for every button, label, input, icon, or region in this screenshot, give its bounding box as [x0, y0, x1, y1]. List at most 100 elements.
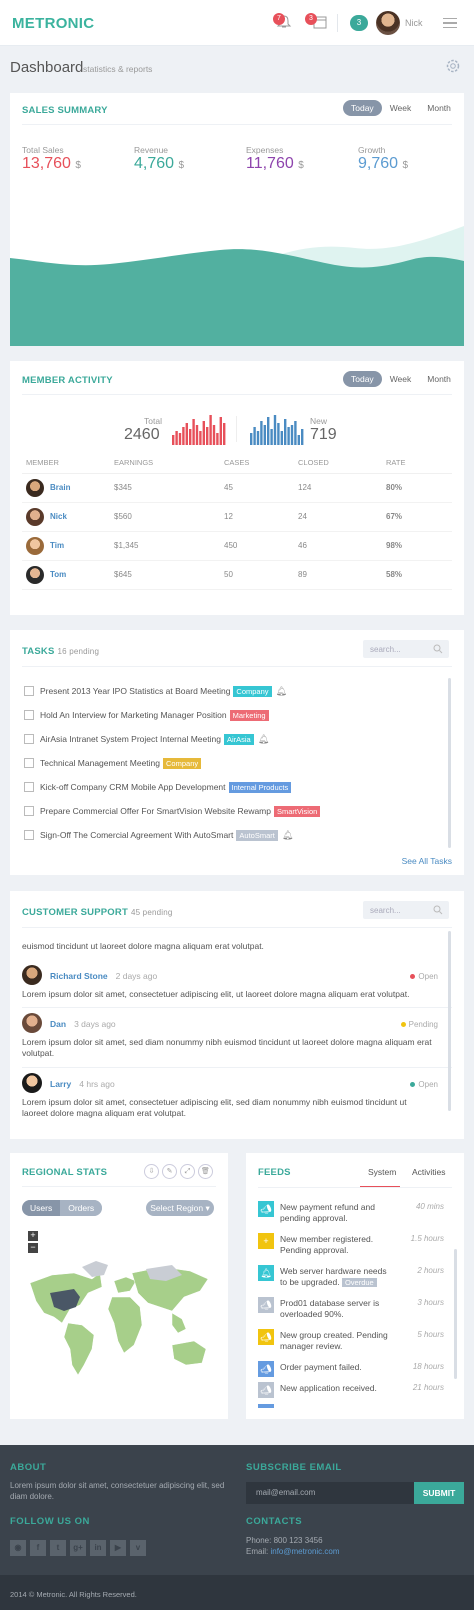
toggle-orders[interactable]: Orders — [60, 1200, 103, 1216]
sparkline-bar — [182, 427, 185, 445]
task-checkbox[interactable] — [24, 686, 34, 696]
member-name[interactable]: Nick — [50, 512, 67, 521]
task-item[interactable]: Sign-Off The Comercial Agreement With Au… — [24, 826, 444, 844]
tab-week[interactable]: Week — [382, 100, 420, 116]
world-map[interactable] — [22, 1253, 212, 1383]
toggle-users[interactable]: Users — [22, 1200, 61, 1216]
sales-summary-portlet: SALES SUMMARY Today Week Month Total Sal… — [10, 93, 464, 346]
divider — [258, 1187, 452, 1188]
task-checkbox[interactable] — [24, 782, 34, 792]
task-item[interactable]: Hold An Interview for Marketing Manager … — [24, 706, 444, 724]
tab-system[interactable]: System — [368, 1167, 396, 1177]
sparkline-bar — [250, 433, 253, 445]
tab-month[interactable]: Month — [419, 100, 459, 116]
logo[interactable]: METRONIC — [12, 15, 94, 32]
divider — [22, 1067, 452, 1068]
member-name[interactable]: Brain — [50, 483, 70, 492]
feed-time: 18 hours — [412, 1362, 444, 1371]
member-cell: Tim — [22, 531, 114, 561]
feed-item[interactable]: + New member registered. Pending approval… — [258, 1233, 444, 1257]
member-name[interactable]: Tom — [50, 570, 66, 579]
feed-item[interactable]: 📣︎ Prod01 database server is overloaded 9… — [258, 1297, 444, 1321]
tab-today[interactable]: Today — [343, 371, 382, 387]
ticket-author[interactable]: Dan 3 days ago — [50, 1019, 116, 1029]
task-item[interactable]: Kick-off Company CRM Mobile App Developm… — [24, 778, 444, 796]
task-item[interactable]: Prepare Commercial Offer For SmartVision… — [24, 802, 444, 820]
tab-today[interactable]: Today — [343, 100, 382, 116]
support-search-input[interactable]: search... — [363, 901, 449, 919]
customer-support-portlet: CUSTOMER SUPPORT 45 pending search... eui… — [10, 891, 464, 1139]
calendar-badge: 3 — [305, 13, 317, 25]
task-checkbox[interactable] — [24, 830, 34, 840]
feed-item[interactable]: 🔔︎ Web server hardware needs to be upgrad… — [258, 1265, 444, 1289]
tasks-search-input[interactable]: search... — [363, 640, 449, 658]
stat-label-growth: Growth — [358, 145, 386, 155]
tab-week[interactable]: Week — [382, 371, 420, 387]
twitter-icon[interactable]: t — [50, 1540, 66, 1556]
feed-time: 21 hours — [412, 1383, 444, 1392]
task-checkbox[interactable] — [24, 806, 34, 816]
task-checkbox[interactable] — [24, 734, 34, 744]
user-name[interactable]: Nick — [405, 18, 423, 28]
fullscreen-icon[interactable]: ⤢ — [180, 1164, 195, 1179]
ticket-author[interactable]: Richard Stone 2 days ago — [50, 971, 157, 981]
tasks-scrollbar[interactable] — [448, 678, 451, 848]
member-activity-title: MEMBER ACTIVITY — [22, 375, 113, 386]
task-item[interactable]: Technical Management Meeting Company — [24, 754, 444, 772]
task-text: AirAsia Intranet System Project Internal… — [40, 734, 221, 744]
feed-item[interactable]: 📣︎ New payment refund and pending approva… — [258, 1201, 444, 1225]
linkedin-icon[interactable]: in — [90, 1540, 106, 1556]
task-text: Present 2013 Year IPO Statistics at Boar… — [40, 686, 231, 696]
settings-gear-icon[interactable] — [445, 58, 461, 74]
task-text: Hold An Interview for Marketing Manager … — [40, 710, 227, 720]
feed-item[interactable]: 📣︎ New application received. 21 hours — [258, 1382, 444, 1406]
avatar — [26, 536, 44, 555]
menu-toggle-icon[interactable] — [443, 18, 457, 28]
zoom-in-button[interactable]: + — [28, 1231, 38, 1241]
contacts-title: CONTACTS — [246, 1516, 303, 1527]
task-checkbox[interactable] — [24, 710, 34, 720]
select-region-dropdown[interactable]: Select Region ▾ — [146, 1200, 214, 1216]
feeds-portlet: FEEDS System Activities 📣︎ New payment re… — [246, 1153, 464, 1419]
col-cases: CASES — [224, 453, 298, 474]
ticket-author[interactable]: Larry 4 hrs ago — [50, 1079, 115, 1089]
member-activity-tabs: Today Week Month — [343, 371, 459, 387]
member-name[interactable]: Tim — [50, 541, 64, 550]
user-avatar[interactable] — [376, 11, 400, 35]
member-cell: Tom — [22, 560, 114, 590]
cases-cell: 45 — [224, 473, 298, 503]
support-scrollbar[interactable] — [448, 931, 451, 1111]
sales-area-chart — [10, 226, 464, 346]
see-all-tasks-link[interactable]: See All Tasks — [402, 856, 452, 866]
total-label: Total — [144, 416, 162, 426]
tab-activities[interactable]: Activities — [412, 1167, 446, 1177]
vimeo-icon[interactable]: v — [130, 1540, 146, 1556]
col-earnings: EARNINGS — [114, 453, 224, 474]
tab-month[interactable]: Month — [419, 371, 459, 387]
sparkline-bar — [253, 427, 256, 445]
googleplus-icon[interactable]: g+ — [70, 1540, 86, 1556]
subscribe-email-input[interactable]: mail@email.com — [246, 1482, 414, 1504]
total-sparkline — [172, 415, 226, 445]
task-item[interactable]: Present 2013 Year IPO Statistics at Boar… — [24, 682, 444, 700]
feed-text: New member registered. Pending approval. — [280, 1234, 374, 1255]
task-item[interactable]: AirAsia Intranet System Project Internal… — [24, 730, 444, 748]
inbox-badge[interactable]: 3 — [350, 15, 368, 31]
email-link[interactable]: info@metronic.com — [270, 1547, 339, 1556]
trash-icon[interactable]: 🗑︎ — [198, 1164, 213, 1179]
rss-icon[interactable]: ◉ — [10, 1540, 26, 1556]
rate-cell: 80% — [386, 473, 452, 503]
task-checkbox[interactable] — [24, 758, 34, 768]
edit-icon[interactable]: ✎ — [162, 1164, 177, 1179]
sparkline-bar — [290, 425, 294, 445]
feed-item[interactable]: 📣︎ New group created. Pending manager rev… — [258, 1329, 444, 1353]
feed-time: 1.5 hours — [410, 1234, 444, 1243]
earnings-cell: $345 — [114, 473, 224, 503]
subscribe-submit-button[interactable]: SUBMIT — [414, 1482, 464, 1504]
feeds-scrollbar[interactable] — [454, 1249, 457, 1379]
facebook-icon[interactable]: f — [30, 1540, 46, 1556]
download-icon[interactable]: ⇩ — [144, 1164, 159, 1179]
zoom-out-button[interactable]: − — [28, 1243, 38, 1253]
youtube-icon[interactable]: ▶ — [110, 1540, 126, 1556]
sparkline-bar — [195, 425, 199, 445]
